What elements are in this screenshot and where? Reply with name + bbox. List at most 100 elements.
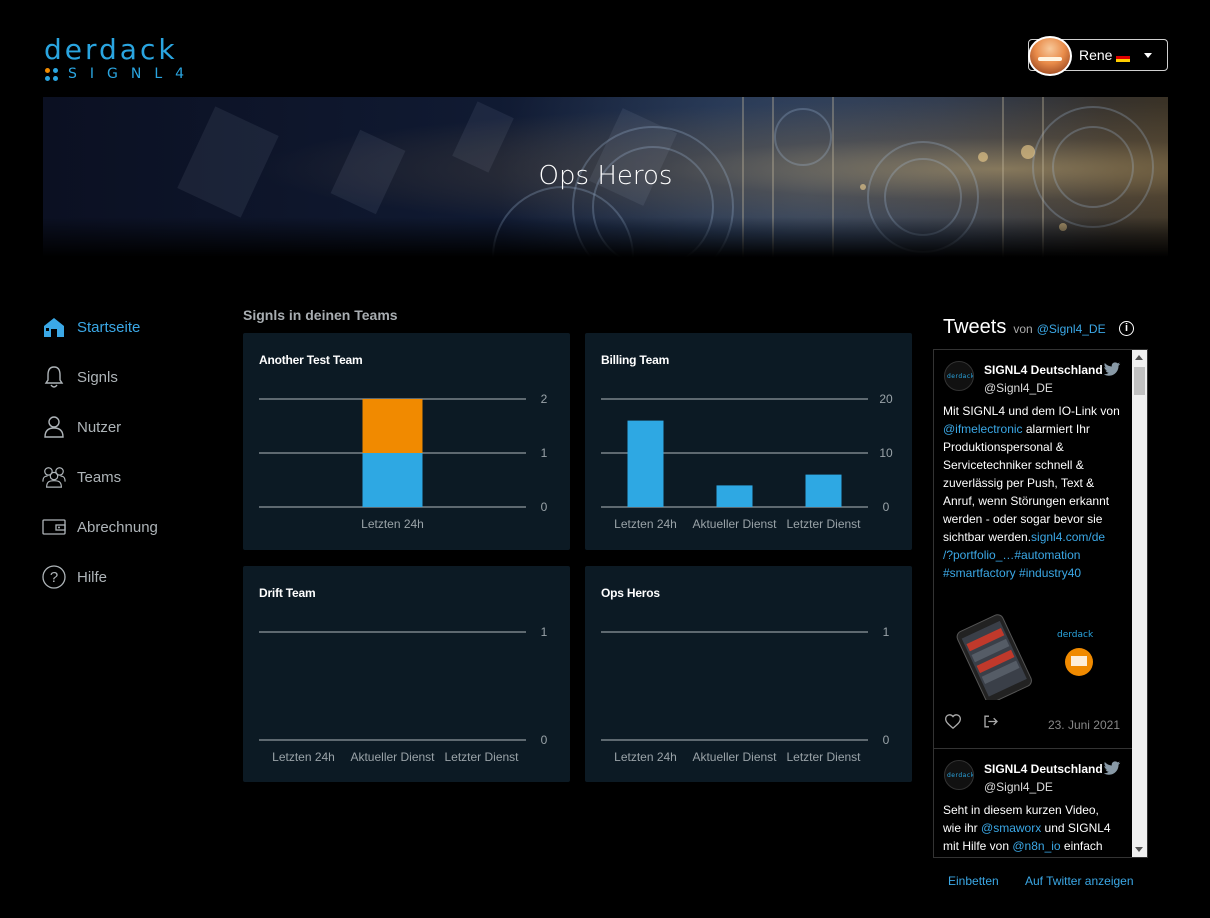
y-tick-label: 1 xyxy=(541,625,548,639)
tweet-author-handle[interactable]: @Signl4_DE xyxy=(984,381,1053,395)
tweet-text-line: zuverlässig per Push, Text & xyxy=(943,474,1128,492)
tweet-avatar[interactable]: DERDACK xyxy=(944,361,974,391)
tweet-link[interactable]: @smaworx xyxy=(981,821,1041,835)
x-tick-label: Letzten 24h xyxy=(361,517,424,531)
tweet-text-line: mit Hilfe von @n8n_io einfach xyxy=(943,837,1128,855)
tweet-link[interactable]: /?portfolio_… xyxy=(943,548,1014,562)
bar[interactable] xyxy=(805,474,842,507)
tweet-text-segment: und SIGNL4 xyxy=(1041,821,1111,835)
tweet-link[interactable]: #automation xyxy=(1014,548,1080,562)
team-card-drift-team[interactable]: Drift Team 0 1 Letzten 24h Aktueller Dienst… xyxy=(243,566,570,782)
team-card-ops-heros[interactable]: Ops Heros 0 1 Letzten 24h Aktueller Dienst L… xyxy=(585,566,912,782)
twitter-bird-icon[interactable] xyxy=(1104,362,1121,376)
tweet-text-segment: einfach xyxy=(1060,839,1103,853)
tweet-author-name[interactable]: SIGNL4 Deutschland xyxy=(984,762,1103,776)
sidebar-item-hilfe[interactable]: ? Hilfe xyxy=(42,552,212,602)
tweet-text-line: Mit SIGNL4 und dem IO-Link von xyxy=(943,402,1128,420)
tweet-text-segment: wie ihr xyxy=(943,821,982,835)
y-tick-label: 0 xyxy=(883,733,890,747)
user-name: Rene xyxy=(1079,47,1113,63)
tweets-title: Tweets xyxy=(943,316,1007,338)
tweet-text-segment: sichtbar werden. xyxy=(943,530,1032,544)
tweet-text-segment: Anruf, wenn Störungen erkannt xyxy=(943,494,1110,508)
phone-and-logo-graphic: DERDACK xyxy=(956,614,1094,704)
bar[interactable] xyxy=(362,399,423,453)
help-icon: ? xyxy=(42,565,66,589)
x-tick-label: Letzter Dienst xyxy=(444,750,519,764)
x-tick-label: Letzter Dienst xyxy=(786,750,861,764)
bar[interactable] xyxy=(362,453,423,507)
tweet-text-line: sichtbar werden.signl4.com/de xyxy=(943,528,1128,546)
x-tick-label: Letzter Dienst xyxy=(786,517,861,531)
tweet-text-line: Anruf, wenn Störungen erkannt xyxy=(943,492,1128,510)
tweet-text-segment: zuverlässig per Push, Text & xyxy=(943,476,1095,490)
tweet-text-segment: Mit SIGNL4 und dem IO-Link von xyxy=(943,404,1120,418)
german-flag-icon xyxy=(1116,53,1130,62)
avatar xyxy=(1028,36,1072,76)
scroll-thumb[interactable] xyxy=(1134,367,1145,395)
tweets-header: Tweets von @Signl4_DE xyxy=(943,316,1106,339)
tweets-von: von xyxy=(1013,322,1033,336)
timeline-scrollbar[interactable] xyxy=(1132,350,1147,857)
tweet-link[interactable]: @ifmelectronic xyxy=(943,422,1023,436)
tweet-author-name[interactable]: SIGNL4 Deutschland xyxy=(984,363,1103,377)
tweet-date[interactable]: 23. Juni 2021 xyxy=(1048,718,1120,732)
sidebar-item-label: Abrechnung xyxy=(77,518,158,536)
tweet-text-line: /?portfolio_…#automation xyxy=(943,546,1128,564)
logo-subtitle: SIGNL4 xyxy=(68,66,198,82)
tweet-link[interactable]: signl4.com/de xyxy=(1031,530,1105,544)
embed-link[interactable]: Einbetten xyxy=(948,874,999,888)
tweet-text-line: Produktionspersonal & xyxy=(943,438,1128,456)
y-tick-label: 0 xyxy=(541,733,548,747)
scroll-up-icon[interactable] xyxy=(1135,355,1143,360)
tweet-text-line: wie ihr @smaworx und SIGNL4 xyxy=(943,819,1128,837)
sidebar-item-label: Startseite xyxy=(77,318,141,336)
x-tick-label: Letzten 24h xyxy=(272,750,335,764)
team-chart: 0 1 Letzten 24h Aktueller Dienst Letzter Die… xyxy=(259,625,548,764)
tweet-link[interactable]: @n8n_io xyxy=(1012,839,1060,853)
tweets-handle-link[interactable]: @Signl4_DE xyxy=(1037,322,1106,336)
sidebar-item-startseite[interactable]: Startseite xyxy=(42,302,212,352)
wallet-icon xyxy=(42,515,66,539)
twitter-bird-icon[interactable] xyxy=(1104,761,1121,775)
team-card-billing-team[interactable]: Billing Team 0 10 20 Letzten 24h Aktueller D… xyxy=(585,333,912,550)
team-icon xyxy=(42,465,66,489)
view-on-twitter-link[interactable]: Auf Twitter anzeigen xyxy=(1025,874,1134,888)
sidebar-nav: Startseite Signls Nutzer Teams Abrechnun… xyxy=(42,302,212,602)
tweet-text: Mit SIGNL4 und dem IO-Link von @ifmelectr… xyxy=(943,402,1128,582)
x-tick-label: Aktueller Dienst xyxy=(692,750,777,764)
tweet-link[interactable]: #smartfactory #industry40 xyxy=(943,566,1081,580)
derdack-signl4-logo[interactable]: DERDACK SIGNL4 xyxy=(44,36,234,83)
chevron-down-icon xyxy=(1144,53,1152,58)
x-tick-label: Aktueller Dienst xyxy=(692,517,777,531)
tweet-media-image[interactable]: DERDACK xyxy=(943,612,1123,704)
tweet-author-handle[interactable]: @Signl4_DE xyxy=(984,780,1053,794)
scroll-down-icon[interactable] xyxy=(1135,847,1143,852)
info-icon[interactable]: i xyxy=(1119,321,1134,336)
sidebar-item-teams[interactable]: Teams xyxy=(42,452,212,502)
tweet-avatar[interactable]: DERDACK xyxy=(944,760,974,790)
user-menu-dropdown[interactable]: Rene xyxy=(1028,36,1168,76)
tweet-avatar-logo: DERDACK xyxy=(947,373,974,380)
heart-icon[interactable] xyxy=(945,714,961,729)
share-icon[interactable] xyxy=(983,714,999,729)
bell-icon xyxy=(42,365,66,389)
sidebar-item-abrechnung[interactable]: Abrechnung xyxy=(42,502,212,552)
tweet-text-line: @ifmelectronic alarmiert Ihr xyxy=(943,420,1128,438)
tweet-avatar-logo: DERDACK xyxy=(947,772,974,779)
tweet-text-segment: werden - oder sogar bevor sie xyxy=(943,512,1103,526)
twitter-timeline[interactable]: DERDACK SIGNL4 Deutschland @Signl4_DE Mi… xyxy=(933,349,1148,858)
svg-text:?: ? xyxy=(50,569,58,586)
team-banner: Ops Heros xyxy=(43,97,1168,257)
sidebar-item-label: Signls xyxy=(77,368,118,386)
sidebar-item-nutzer[interactable]: Nutzer xyxy=(42,402,212,452)
team-chart: 0 1 Letzten 24h Aktueller Dienst Letzter Die… xyxy=(601,625,890,764)
sidebar-item-label: Nutzer xyxy=(77,418,122,436)
bar[interactable] xyxy=(716,485,753,507)
sidebar-item-signls[interactable]: Signls xyxy=(42,352,212,402)
y-tick-label: 20 xyxy=(879,392,893,406)
tweet-text-segment: mit Hilfe von xyxy=(943,839,1013,853)
bar[interactable] xyxy=(627,420,664,507)
team-card-another-test-team[interactable]: Another Test Team 0 1 2 Letzten 24h xyxy=(243,333,570,550)
tweet-text-segment: alarmiert Ihr xyxy=(1022,422,1090,436)
